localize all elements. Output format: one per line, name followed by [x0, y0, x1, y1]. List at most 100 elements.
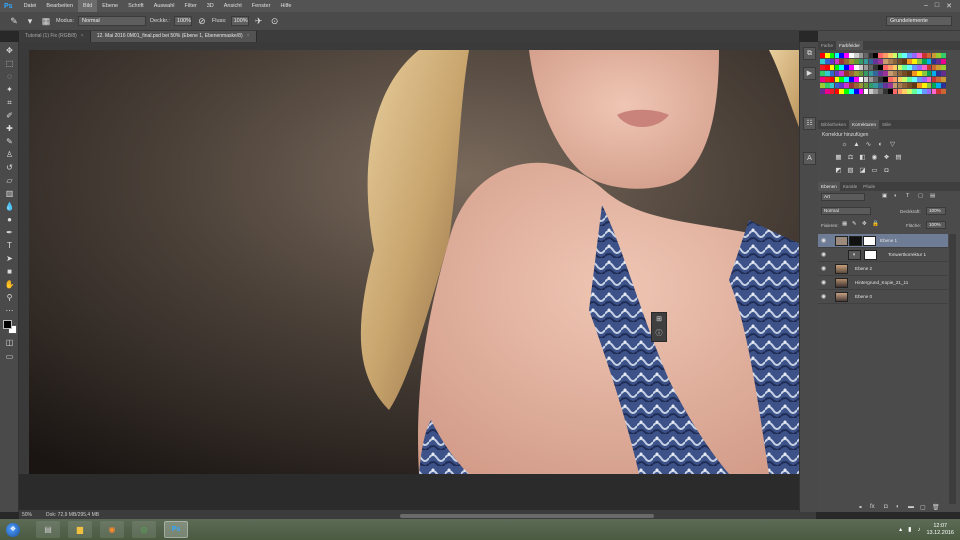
- menu-datei[interactable]: Datei: [19, 0, 42, 12]
- black-white-icon[interactable]: ◧: [858, 154, 867, 162]
- menu-hilfe[interactable]: Hilfe: [275, 0, 296, 12]
- exposure-icon[interactable]: ◐: [876, 141, 885, 149]
- new-layer-icon[interactable]: ▢: [920, 504, 926, 511]
- filter-adjustment-icon[interactable]: ◐: [894, 193, 897, 199]
- clock[interactable]: 12:07 13.12.2016: [926, 523, 954, 536]
- tab-pfade[interactable]: Pfade: [860, 182, 878, 191]
- actions-panel-icon[interactable]: ▶: [803, 67, 816, 80]
- tab-farbfelder[interactable]: Farbfelder: [836, 41, 863, 50]
- path-selection-tool-icon[interactable]: ➤: [4, 254, 15, 264]
- layer-row[interactable]: ◉ Ebene 0: [818, 290, 948, 304]
- filter-type-icon[interactable]: T: [906, 193, 909, 199]
- lasso-tool-icon[interactable]: ◌: [4, 72, 15, 82]
- volume-icon[interactable]: ♪: [917, 527, 920, 533]
- new-group-icon[interactable]: ▬: [908, 504, 914, 510]
- brush-tool-icon[interactable]: ✎: [8, 15, 20, 27]
- more-tools-icon[interactable]: ⋯: [4, 306, 15, 316]
- swatch[interactable]: [941, 83, 946, 88]
- menu-fenster[interactable]: Fenster: [247, 0, 276, 12]
- layer-style-icon[interactable]: fx: [870, 504, 875, 510]
- type-tool-icon[interactable]: T: [4, 241, 15, 251]
- close-icon[interactable]: ×: [247, 33, 250, 39]
- visibility-eye-icon[interactable]: ◉: [821, 237, 826, 244]
- minimize-button[interactable]: –: [924, 2, 928, 10]
- opacity-field[interactable]: 100%: [926, 207, 946, 215]
- properties-panel-icon[interactable]: ☷: [803, 117, 816, 130]
- brush-preset-picker-icon[interactable]: ▾: [24, 15, 36, 27]
- tab-farbe[interactable]: Farbe: [818, 41, 836, 50]
- levels-icon[interactable]: ▲: [852, 141, 861, 149]
- network-icon[interactable]: ▮: [908, 526, 911, 533]
- horizontal-scrollbar[interactable]: [400, 514, 654, 518]
- tab-korrekturen[interactable]: Korrekturen: [849, 120, 880, 129]
- color-lookup-icon[interactable]: ▤: [894, 154, 903, 162]
- history-panel-icon[interactable]: ⧉: [803, 47, 816, 60]
- brush-tool-icon[interactable]: ✎: [4, 137, 15, 147]
- taskbar-firefox-button[interactable]: ◉: [100, 521, 124, 538]
- taskbar-chrome-button[interactable]: ◎: [132, 521, 156, 538]
- lock-all-icon[interactable]: 🔒: [872, 221, 879, 227]
- taskbar-explorer-button[interactable]: ▤: [36, 521, 60, 538]
- swatches-grid[interactable]: [820, 53, 946, 95]
- rectangle-tool-icon[interactable]: ■: [4, 267, 15, 277]
- eyedropper-tool-icon[interactable]: ✐: [4, 111, 15, 121]
- lock-position-icon[interactable]: ✥: [862, 221, 867, 227]
- fill-field[interactable]: 100%: [926, 221, 946, 229]
- layer-mask-thumbnail[interactable]: [863, 236, 876, 246]
- brightness-icon[interactable]: ☼: [840, 141, 849, 149]
- selective-color-icon[interactable]: ◘: [882, 167, 891, 175]
- menu-bild[interactable]: Bild: [78, 0, 98, 12]
- gradient-map-icon[interactable]: ▭: [870, 167, 879, 175]
- visibility-eye-icon[interactable]: ◉: [821, 293, 826, 300]
- marquee-tool-icon[interactable]: ⬚: [4, 59, 15, 69]
- move-tool-icon[interactable]: ✥: [4, 46, 15, 56]
- dodge-tool-icon[interactable]: ●: [4, 215, 15, 225]
- filter-shape-icon[interactable]: ▢: [918, 193, 923, 199]
- quick-selection-tool-icon[interactable]: ✦: [4, 85, 15, 95]
- zoom-readout[interactable]: 50%: [22, 512, 32, 518]
- healing-brush-tool-icon[interactable]: ✚: [4, 124, 15, 134]
- document-canvas[interactable]: [29, 50, 816, 474]
- crop-tool-icon[interactable]: ⌗: [4, 98, 15, 108]
- visibility-eye-icon[interactable]: ◉: [821, 265, 826, 272]
- photo-filter-icon[interactable]: ◉: [870, 154, 879, 162]
- curves-icon[interactable]: ∿: [864, 141, 873, 149]
- lock-pixels-icon[interactable]: ✎: [852, 221, 857, 227]
- layer-mask-thumbnail[interactable]: [864, 250, 877, 260]
- layer-row[interactable]: ◉ ◐ Tonwertkorrektur 1: [818, 248, 948, 262]
- tray-arrow-icon[interactable]: ▴: [899, 526, 902, 533]
- taskbar-folder-button[interactable]: ▆: [68, 521, 92, 538]
- swatch[interactable]: [941, 59, 946, 64]
- close-icon[interactable]: ×: [81, 33, 84, 39]
- hue-saturation-icon[interactable]: ▦: [834, 154, 843, 162]
- document-tab-2[interactable]: 12. Mai 2016 0M01_final.psd bei 50% (Ebe…: [90, 31, 257, 42]
- hand-tool-icon[interactable]: ✋: [4, 280, 15, 290]
- tab-kanaele[interactable]: Kanäle: [840, 182, 860, 191]
- info-icon[interactable]: ⓘ: [652, 327, 666, 341]
- swatch[interactable]: [941, 71, 946, 76]
- filter-smart-icon[interactable]: ▤: [930, 193, 935, 199]
- menu-filter[interactable]: Filter: [179, 0, 201, 12]
- swatch[interactable]: [941, 77, 946, 82]
- modus-select[interactable]: Normal: [78, 16, 147, 26]
- layers-scrollbar[interactable]: [949, 234, 956, 504]
- layer-mask-thumbnail[interactable]: [849, 236, 862, 246]
- new-adjustment-icon[interactable]: ◐: [896, 504, 900, 510]
- color-balance-icon[interactable]: ⚖: [846, 154, 855, 162]
- deckkraft-field[interactable]: 100%: [173, 16, 192, 26]
- layer-row[interactable]: ◉ Hintergrund_Kopie_21_11: [818, 276, 948, 290]
- threshold-icon[interactable]: ◪: [858, 167, 867, 175]
- eraser-tool-icon[interactable]: ▱: [4, 176, 15, 186]
- tab-bibliotheken[interactable]: Bibliotheken: [818, 120, 849, 129]
- lock-transparency-icon[interactable]: ▦: [842, 221, 847, 227]
- menu-3d[interactable]: 3D: [202, 0, 219, 12]
- layer-filter-select[interactable]: Art: [821, 193, 865, 201]
- clone-stamp-tool-icon[interactable]: ♙: [4, 150, 15, 160]
- delete-layer-icon[interactable]: 🗑: [932, 504, 940, 511]
- swatch[interactable]: [941, 65, 946, 70]
- layer-row[interactable]: ◉ Ebene 1: [818, 234, 948, 248]
- close-button[interactable]: ✕: [946, 2, 952, 10]
- pressure-size-icon[interactable]: ⊙: [269, 15, 281, 27]
- add-mask-icon[interactable]: ◘: [884, 504, 888, 510]
- tab-ebenen[interactable]: Ebenen: [818, 182, 840, 191]
